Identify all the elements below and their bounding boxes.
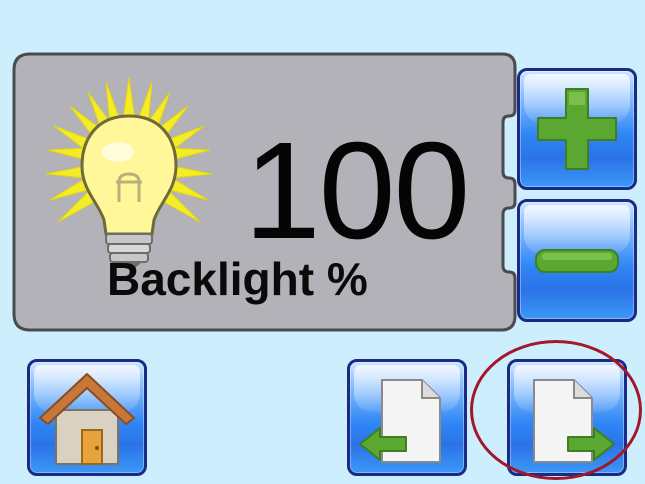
home-icon xyxy=(39,373,135,465)
light-bulb-icon xyxy=(44,74,214,279)
plus-icon xyxy=(537,88,617,170)
page-forward-arrow-icon xyxy=(533,379,615,463)
backlight-label: Backlight % xyxy=(107,253,368,305)
next-page-button[interactable] xyxy=(507,359,627,476)
minus-icon xyxy=(535,249,619,273)
previous-page-button[interactable] xyxy=(347,359,467,476)
increase-button[interactable] xyxy=(517,68,637,190)
backlight-value: 100 xyxy=(244,114,470,268)
page-back-arrow-icon xyxy=(359,379,441,463)
backlight-panel: 100 Backlight % xyxy=(12,52,517,334)
backlight-settings-screen: 100 Backlight % xyxy=(0,0,645,484)
home-button[interactable] xyxy=(27,359,147,476)
decrease-button[interactable] xyxy=(517,199,637,322)
